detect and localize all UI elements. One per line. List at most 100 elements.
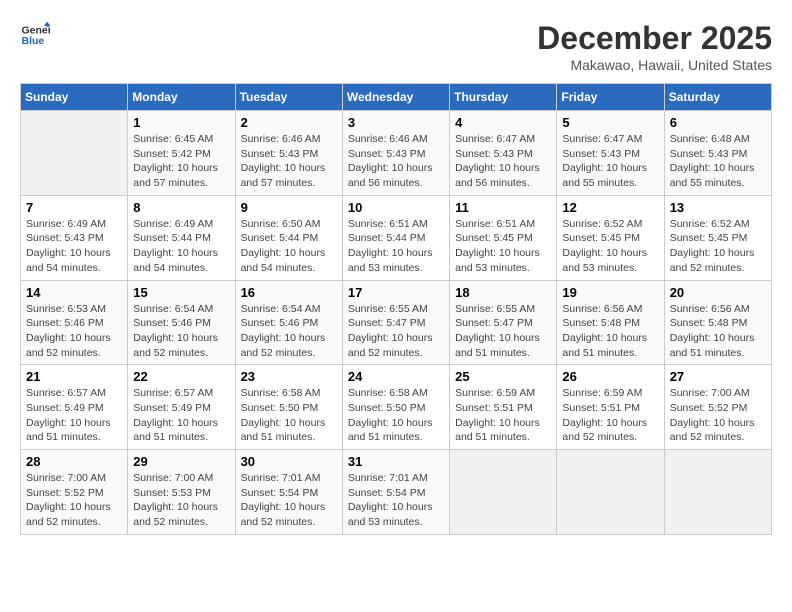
- calendar-cell: 29Sunrise: 7:00 AM Sunset: 5:53 PM Dayli…: [128, 450, 235, 535]
- calendar-cell: 17 Sunrise: 6:55 AM Sunset: 5:47 PM Dayli…: [342, 280, 449, 365]
- calendar-cell: [557, 450, 664, 535]
- calendar-table: SundayMondayTuesdayWednesdayThursdayFrid…: [20, 83, 772, 535]
- day-info: Sunrise: 6:58 AM Sunset: 5:50 PM Dayligh…: [348, 386, 444, 445]
- day-info: Sunrise: 6:51 AM Sunset: 5:44 PM Dayligh…: [348, 217, 444, 276]
- calendar-cell: [664, 450, 771, 535]
- day-number: 7: [26, 200, 122, 215]
- day-number: 17: [348, 285, 444, 300]
- day-number: 22: [133, 369, 229, 384]
- calendar-cell: 8 Sunrise: 6:49 AM Sunset: 5:44 PM Daylig…: [128, 195, 235, 280]
- calendar-cell: 21Sunrise: 6:57 AM Sunset: 5:49 PM Dayli…: [21, 365, 128, 450]
- day-info: Sunrise: 6:59 AM Sunset: 5:51 PM Dayligh…: [455, 386, 551, 445]
- calendar-cell: 6Sunrise: 6:48 AM Sunset: 5:43 PM Daylig…: [664, 111, 771, 196]
- calendar-day-header: Monday: [128, 84, 235, 111]
- day-info: Sunrise: 6:58 AM Sunset: 5:50 PM Dayligh…: [241, 386, 337, 445]
- day-info: Sunrise: 6:59 AM Sunset: 5:51 PM Dayligh…: [562, 386, 658, 445]
- day-number: 9: [241, 200, 337, 215]
- calendar-week-row: 21Sunrise: 6:57 AM Sunset: 5:49 PM Dayli…: [21, 365, 772, 450]
- calendar-day-header: Friday: [557, 84, 664, 111]
- day-number: 25: [455, 369, 551, 384]
- calendar-cell: 10 Sunrise: 6:51 AM Sunset: 5:44 PM Dayli…: [342, 195, 449, 280]
- day-info: Sunrise: 6:54 AM Sunset: 5:46 PM Dayligh…: [133, 302, 229, 361]
- day-info: Sunrise: 6:55 AM Sunset: 5:47 PM Dayligh…: [455, 302, 551, 361]
- calendar-cell: 18 Sunrise: 6:55 AM Sunset: 5:47 PM Dayli…: [450, 280, 557, 365]
- calendar-cell: 23 Sunrise: 6:58 AM Sunset: 5:50 PM Dayli…: [235, 365, 342, 450]
- calendar-cell: 31Sunrise: 7:01 AM Sunset: 5:54 PM Dayli…: [342, 450, 449, 535]
- day-number: 27: [670, 369, 766, 384]
- day-info: Sunrise: 7:01 AM Sunset: 5:54 PM Dayligh…: [241, 471, 337, 530]
- calendar-cell: 14Sunrise: 6:53 AM Sunset: 5:46 PM Dayli…: [21, 280, 128, 365]
- title-block: December 2025 Makawao, Hawaii, United St…: [537, 20, 772, 73]
- day-info: Sunrise: 7:01 AM Sunset: 5:54 PM Dayligh…: [348, 471, 444, 530]
- calendar-day-header: Wednesday: [342, 84, 449, 111]
- calendar-cell: 5Sunrise: 6:47 AM Sunset: 5:43 PM Daylig…: [557, 111, 664, 196]
- day-number: 10: [348, 200, 444, 215]
- calendar-cell: 15 Sunrise: 6:54 AM Sunset: 5:46 PM Dayli…: [128, 280, 235, 365]
- day-number: 5: [562, 115, 658, 130]
- calendar-day-header: Tuesday: [235, 84, 342, 111]
- day-info: Sunrise: 6:50 AM Sunset: 5:44 PM Dayligh…: [241, 217, 337, 276]
- day-info: Sunrise: 6:51 AM Sunset: 5:45 PM Dayligh…: [455, 217, 551, 276]
- calendar-week-row: 14Sunrise: 6:53 AM Sunset: 5:46 PM Dayli…: [21, 280, 772, 365]
- calendar-cell: 7 Sunrise: 6:49 AM Sunset: 5:43 PM Daylig…: [21, 195, 128, 280]
- calendar-cell: 22 Sunrise: 6:57 AM Sunset: 5:49 PM Dayli…: [128, 365, 235, 450]
- calendar-cell: 25 Sunrise: 6:59 AM Sunset: 5:51 PM Dayli…: [450, 365, 557, 450]
- day-info: Sunrise: 6:54 AM Sunset: 5:46 PM Dayligh…: [241, 302, 337, 361]
- logo-icon: General Blue: [20, 20, 50, 50]
- day-info: Sunrise: 6:52 AM Sunset: 5:45 PM Dayligh…: [562, 217, 658, 276]
- calendar-header-row: SundayMondayTuesdayWednesdayThursdayFrid…: [21, 84, 772, 111]
- day-info: Sunrise: 7:00 AM Sunset: 5:52 PM Dayligh…: [26, 471, 122, 530]
- calendar-cell: 20Sunrise: 6:56 AM Sunset: 5:48 PM Dayli…: [664, 280, 771, 365]
- month-title: December 2025: [537, 20, 772, 57]
- day-number: 23: [241, 369, 337, 384]
- day-info: Sunrise: 6:49 AM Sunset: 5:44 PM Dayligh…: [133, 217, 229, 276]
- day-number: 4: [455, 115, 551, 130]
- logo: General Blue: [20, 20, 50, 50]
- day-number: 11: [455, 200, 551, 215]
- day-number: 29: [133, 454, 229, 469]
- day-number: 16: [241, 285, 337, 300]
- calendar-day-header: Sunday: [21, 84, 128, 111]
- calendar-cell: [450, 450, 557, 535]
- day-number: 20: [670, 285, 766, 300]
- day-number: 15: [133, 285, 229, 300]
- day-number: 12: [562, 200, 658, 215]
- day-info: Sunrise: 6:46 AM Sunset: 5:43 PM Dayligh…: [348, 132, 444, 191]
- day-number: 19: [562, 285, 658, 300]
- calendar-cell: 28 Sunrise: 7:00 AM Sunset: 5:52 PM Dayli…: [21, 450, 128, 535]
- calendar-cell: 1 Sunrise: 6:45 AM Sunset: 5:42 PM Daylig…: [128, 111, 235, 196]
- calendar-cell: 11 Sunrise: 6:51 AM Sunset: 5:45 PM Dayli…: [450, 195, 557, 280]
- calendar-cell: 24 Sunrise: 6:58 AM Sunset: 5:50 PM Dayli…: [342, 365, 449, 450]
- calendar-cell: [21, 111, 128, 196]
- calendar-body: 1 Sunrise: 6:45 AM Sunset: 5:42 PM Daylig…: [21, 111, 772, 535]
- calendar-cell: 4Sunrise: 6:47 AM Sunset: 5:43 PM Daylig…: [450, 111, 557, 196]
- day-number: 18: [455, 285, 551, 300]
- calendar-cell: 9 Sunrise: 6:50 AM Sunset: 5:44 PM Daylig…: [235, 195, 342, 280]
- calendar-day-header: Saturday: [664, 84, 771, 111]
- day-info: Sunrise: 6:45 AM Sunset: 5:42 PM Dayligh…: [133, 132, 229, 191]
- day-number: 13: [670, 200, 766, 215]
- calendar-cell: 16 Sunrise: 6:54 AM Sunset: 5:46 PM Dayli…: [235, 280, 342, 365]
- day-info: Sunrise: 6:57 AM Sunset: 5:49 PM Dayligh…: [133, 386, 229, 445]
- day-info: Sunrise: 6:49 AM Sunset: 5:43 PM Dayligh…: [26, 217, 122, 276]
- day-info: Sunrise: 7:00 AM Sunset: 5:52 PM Dayligh…: [670, 386, 766, 445]
- day-number: 8: [133, 200, 229, 215]
- calendar-cell: 27 Sunrise: 7:00 AM Sunset: 5:52 PM Dayli…: [664, 365, 771, 450]
- day-number: 1: [133, 115, 229, 130]
- day-number: 28: [26, 454, 122, 469]
- page-header: General Blue December 2025 Makawao, Hawa…: [20, 20, 772, 73]
- day-number: 2: [241, 115, 337, 130]
- day-info: Sunrise: 6:53 AM Sunset: 5:46 PM Dayligh…: [26, 302, 122, 361]
- day-number: 26: [562, 369, 658, 384]
- day-info: Sunrise: 6:56 AM Sunset: 5:48 PM Dayligh…: [562, 302, 658, 361]
- day-number: 30: [241, 454, 337, 469]
- day-number: 24: [348, 369, 444, 384]
- calendar-cell: 30 Sunrise: 7:01 AM Sunset: 5:54 PM Dayli…: [235, 450, 342, 535]
- day-info: Sunrise: 6:55 AM Sunset: 5:47 PM Dayligh…: [348, 302, 444, 361]
- day-info: Sunrise: 6:48 AM Sunset: 5:43 PM Dayligh…: [670, 132, 766, 191]
- calendar-cell: 12 Sunrise: 6:52 AM Sunset: 5:45 PM Dayli…: [557, 195, 664, 280]
- location: Makawao, Hawaii, United States: [537, 57, 772, 73]
- day-info: Sunrise: 6:52 AM Sunset: 5:45 PM Dayligh…: [670, 217, 766, 276]
- calendar-day-header: Thursday: [450, 84, 557, 111]
- calendar-week-row: 1 Sunrise: 6:45 AM Sunset: 5:42 PM Daylig…: [21, 111, 772, 196]
